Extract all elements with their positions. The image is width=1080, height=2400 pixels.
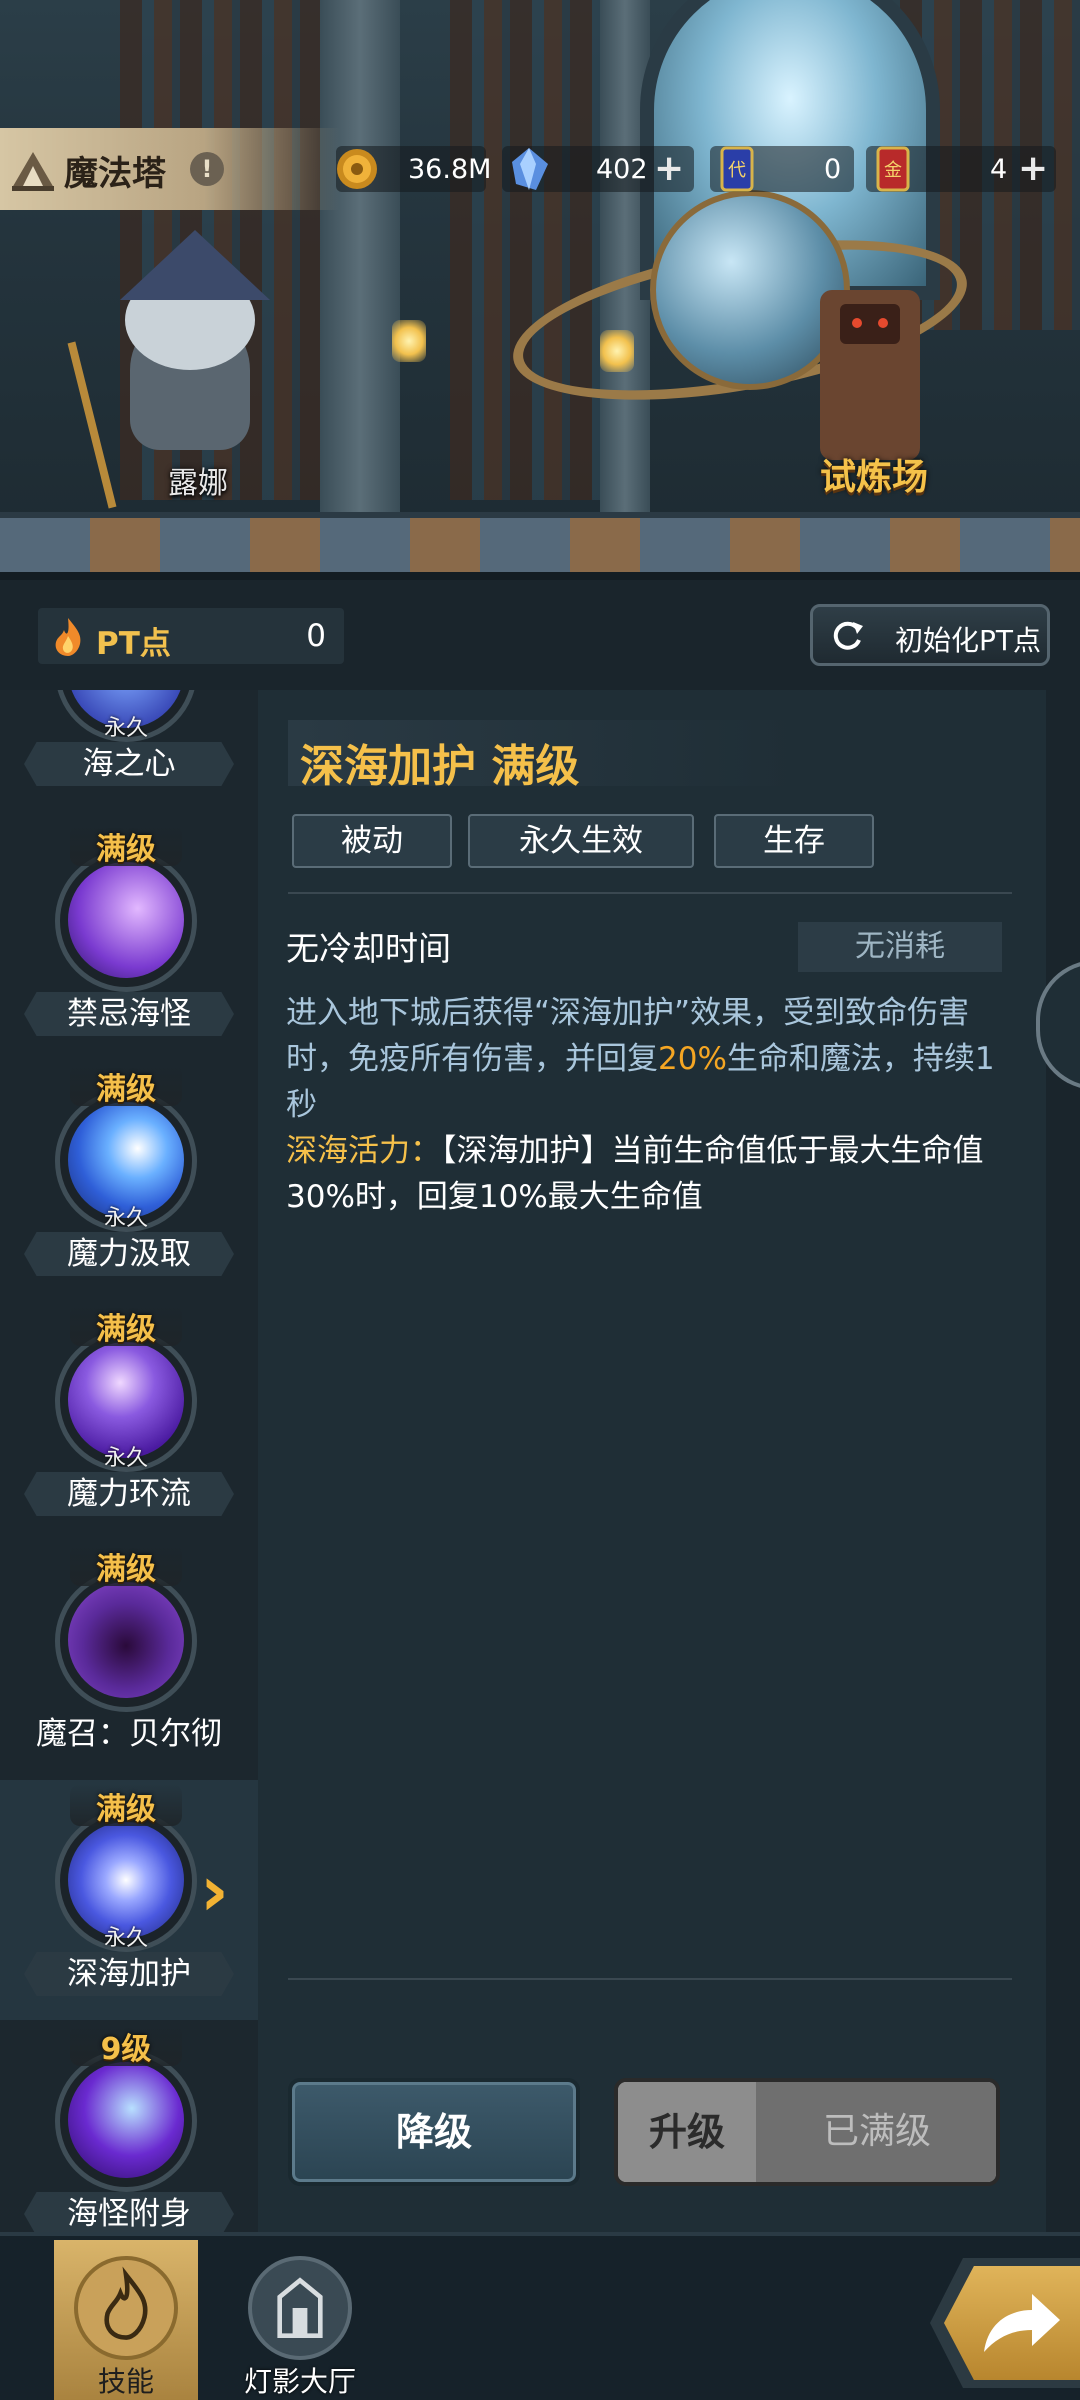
skill-level: 满级 [70,1544,182,1587]
skill-title: 深海加护 满级 [300,741,580,792]
maxed-label: 已满级 [756,2082,996,2182]
reset-pt-button[interactable]: 初始化PT点 [810,604,1050,666]
skill-description: 进入地下城后获得“深海加护”效果，受到致命伤害时，免疫所有伤害，并回复20%生命… [286,995,995,1215]
gold-value: 36.8M [408,154,492,185]
skill-name: 禁忌海怪 [24,992,234,1036]
upgrade-button[interactable]: 升级 已满级 [614,2078,1000,2186]
bonus-label: 深海活力： [286,1133,441,1169]
bottom-nav: 技能 灯影大厅 [0,2232,1080,2400]
blue-card-value: 0 [824,154,842,185]
skill-name: 海怪附身 [24,2192,234,2232]
skill-item[interactable]: 满级 禁忌海怪 [0,820,258,1060]
info-icon[interactable]: ! [190,152,224,186]
pt-label: PT点 [96,626,171,662]
skill-detail-panel: 深海加护 满级 被动 永久生效 生存 无冷却时间 无消耗 进入地下城后获得“深海… [258,690,1046,2232]
crystal-value: 402 [596,154,648,185]
skill-level: 满级 [70,1784,182,1827]
skill-list[interactable]: 永久 海之心 满级 禁忌海怪 满级 永久 魔力汲取 满级 永久 魔力环流 满级 … [0,690,258,2232]
skill-level: 满级 [70,1304,182,1347]
lamp-icon [392,320,426,362]
permanent-label: 永久 [103,716,148,741]
sea-monster-icon [68,862,184,978]
skills-flame-icon [74,2256,178,2360]
permanent-label: 永久 [103,1446,148,1471]
add-crystal-button[interactable]: + [654,151,684,187]
crystal-icon [512,148,548,190]
bookshelf [450,0,620,500]
skill-item[interactable]: 永久 海之心 [0,690,258,810]
highlight-value: 20% [658,1041,727,1077]
cost-badge: 无消耗 [798,922,1002,972]
lantern-hall-icon [248,2256,352,2360]
upgrade-label: 升级 [618,2082,756,2182]
blue-card-icon: 代 [720,146,754,192]
skill-item-selected[interactable]: 满级 永久 深海加护 › [0,1780,258,2020]
red-card-counter: 金 4 + [866,146,1056,192]
permanent-label: 永久 [103,1926,148,1951]
title-plate: 魔法塔 ! [0,128,340,210]
pillar [320,0,400,520]
tag-permanent: 永久生效 [468,814,694,868]
svg-text:金: 金 [884,160,902,181]
skill-item[interactable]: 满级 魔召：贝尔彻 [0,1540,258,1780]
back-button[interactable] [930,2258,1080,2388]
skill-name: 深海加护 [24,1952,234,1996]
permanent-label: 永久 [103,1206,148,1231]
skill-name: 魔力环流 [24,1472,234,1516]
cat-wizard-character[interactable] [110,230,270,450]
downgrade-button[interactable]: 降级 [288,2078,580,2186]
top-bar: 魔法塔 ! 36.8M 402 + 代 0 金 4 + [0,128,1080,210]
refresh-icon [833,621,863,650]
character-name: 露娜 [168,466,228,501]
skill-item[interactable]: 满级 永久 魔力汲取 [0,1060,258,1300]
svg-text:代: 代 [728,160,746,181]
skill-level: 满级 [70,1064,182,1107]
page-title: 魔法塔 [64,154,166,194]
nav-lantern-hall[interactable]: 灯影大厅 [228,2240,372,2400]
trial-ground-button[interactable]: 试炼场 [820,448,928,500]
nav-skills[interactable]: 技能 [54,2240,198,2400]
coin-icon [337,149,377,189]
divider [288,1978,1012,1980]
skill-level: 满级 [70,824,182,867]
scene-background: 露娜 试炼场 [0,0,1080,580]
skill-name: 魔召：贝尔彻 [36,1716,222,1752]
divider [288,892,1012,894]
blue-card-counter: 代 0 [710,146,854,192]
skill-level: 9级 [70,2024,182,2067]
nav-skills-label: 技能 [97,2365,154,2398]
flame-icon [55,618,81,656]
red-card-icon: 金 [876,146,910,192]
skill-item[interactable]: 9级 海怪附身 [0,2020,258,2232]
reset-pt-label: 初始化PT点 [895,624,1041,657]
tag-survival: 生存 [714,814,874,868]
back-arrow-icon [984,2294,1060,2352]
cooldown-text: 无冷却时间 [286,929,451,968]
crystal-counter: 402 + [502,146,694,192]
tag-passive: 被动 [292,814,452,868]
gold-counter: 36.8M [336,146,491,192]
skill-title-plate: 深海加护 满级 [288,720,798,792]
selected-arrow-icon: › [200,1850,229,1932]
tower-emblem-icon [12,152,54,191]
floor [0,512,1080,580]
monster-possession-icon [68,2062,184,2178]
skill-name: 魔力汲取 [24,1232,234,1276]
belch-summon-icon [68,1582,184,1698]
pt-value: 0 [306,618,326,654]
skill-item[interactable]: 满级 永久 魔力环流 [0,1300,258,1540]
skill-name: 海之心 [24,742,234,786]
training-dummy[interactable] [820,290,920,460]
pt-points-bar: PT点 0 [38,608,344,664]
add-red-card-button[interactable]: + [1018,151,1048,187]
red-card-value: 4 [990,154,1008,185]
nav-lantern-hall-label: 灯影大厅 [243,2365,356,2398]
